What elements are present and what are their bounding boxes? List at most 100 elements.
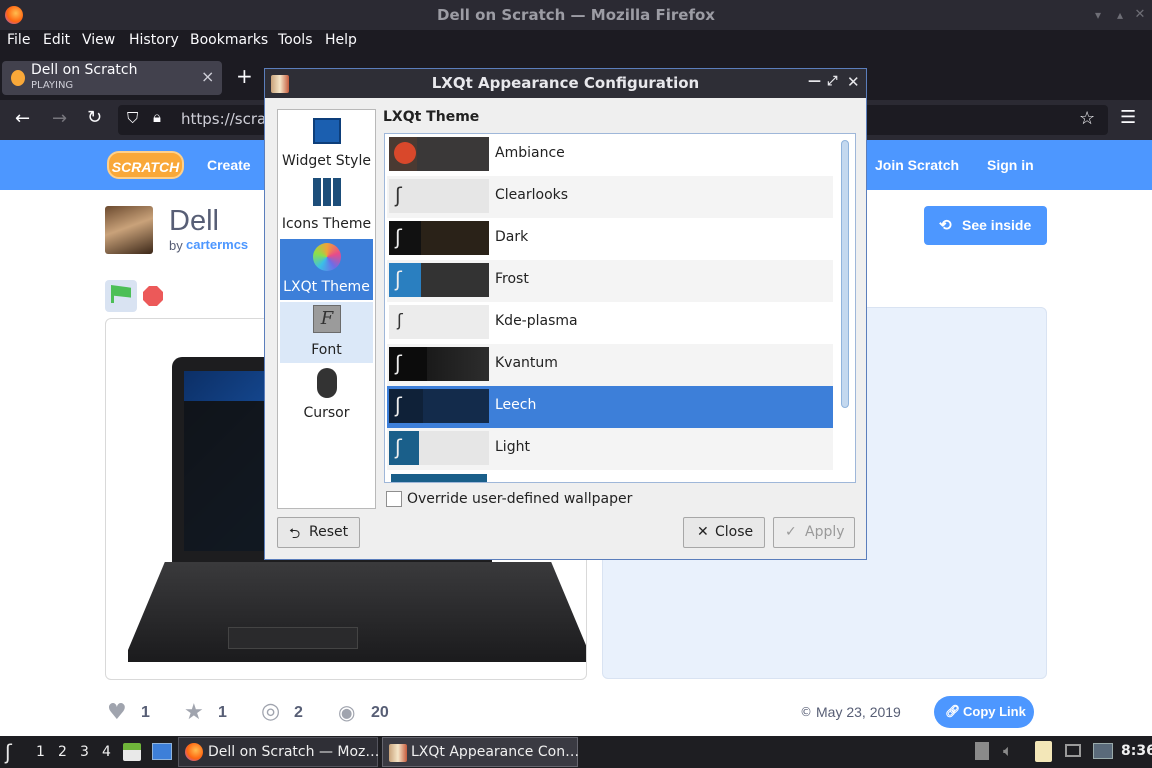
lock-icon[interactable]: 🔒︎ bbox=[153, 108, 161, 126]
theme-list-scrollbar[interactable] bbox=[837, 136, 853, 480]
sidebar-item-cursor[interactable]: Cursor bbox=[280, 365, 373, 426]
sidebar-label: LXQt Theme bbox=[283, 279, 370, 295]
nav-join-scratch[interactable]: Join Scratch bbox=[875, 157, 959, 173]
window-title: Dell on Scratch — Mozilla Firefox bbox=[437, 6, 715, 24]
start-menu-icon[interactable]: ʃ bbox=[5, 740, 12, 764]
reload-icon[interactable]: ↻ bbox=[87, 107, 102, 128]
shield-icon[interactable]: ⛉ bbox=[127, 109, 138, 127]
list-item[interactable]: ʃ Frost bbox=[387, 260, 833, 302]
theme-name: Kde-plasma bbox=[495, 313, 578, 329]
override-wallpaper-checkbox[interactable] bbox=[386, 491, 402, 507]
theme-name: Frost bbox=[495, 271, 529, 287]
theme-thumbnail: ʃ bbox=[389, 347, 489, 381]
sidebar-item-lxqt-theme[interactable]: LXQt Theme bbox=[280, 239, 373, 300]
views-count: 20 bbox=[371, 704, 389, 721]
theme-logo-icon: ʃ bbox=[395, 435, 402, 459]
display-icon[interactable] bbox=[1065, 744, 1081, 757]
menu-bookmarks[interactable]: Bookmarks bbox=[190, 32, 268, 48]
icons-theme-icon bbox=[313, 178, 341, 206]
menu-history[interactable]: History bbox=[129, 32, 179, 48]
volume-icon[interactable]: 🔈︎ bbox=[1003, 741, 1013, 761]
tab-dell-on-scratch[interactable]: Dell on Scratch PLAYING × bbox=[2, 61, 222, 95]
dialog-close-icon[interactable]: ✕ bbox=[847, 73, 860, 91]
copyright-icon: © bbox=[800, 705, 812, 719]
sidebar-item-font[interactable]: F Font bbox=[280, 302, 373, 363]
task-firefox[interactable]: Dell on Scratch — Moz… bbox=[178, 737, 379, 767]
checkmark-icon: ✓ bbox=[785, 524, 797, 540]
sidebar-item-widget-style[interactable]: Widget Style bbox=[280, 113, 373, 174]
menu-file[interactable]: File bbox=[7, 32, 30, 48]
list-item[interactable]: ʃ Light bbox=[387, 428, 833, 470]
list-item[interactable]: Ambiance bbox=[387, 134, 833, 176]
nav-create[interactable]: Create bbox=[207, 157, 251, 173]
appearance-dialog: LXQt Appearance Configuration — ⤢ ✕ Widg… bbox=[264, 68, 867, 560]
theme-thumbnail: ʃ bbox=[389, 179, 489, 213]
section-title: LXQt Theme bbox=[383, 109, 480, 125]
stop-icon[interactable] bbox=[143, 286, 163, 306]
theme-thumbnail: ʃ bbox=[389, 305, 489, 339]
list-item[interactable]: ʃ Leech bbox=[387, 386, 833, 428]
back-icon[interactable]: ← bbox=[15, 108, 30, 129]
close-window-icon[interactable]: ✕ bbox=[1132, 0, 1148, 30]
list-item[interactable]: ʃ Kvantum bbox=[387, 344, 833, 386]
theme-list[interactable]: Ambiance ʃ Clearlooks ʃ Dark ʃ Frost ʃ K… bbox=[384, 133, 856, 483]
author-link[interactable]: cartermcs bbox=[186, 237, 248, 252]
scrollbar-thumb[interactable] bbox=[841, 140, 849, 408]
sidebar-label: Cursor bbox=[303, 405, 350, 421]
menu-edit[interactable]: Edit bbox=[43, 32, 70, 48]
menu-tools[interactable]: Tools bbox=[278, 32, 313, 48]
sidebar-label: Font bbox=[311, 342, 342, 358]
file-manager-icon[interactable] bbox=[123, 743, 141, 761]
dialog-titlebar[interactable]: LXQt Appearance Configuration — ⤢ ✕ bbox=[265, 69, 866, 98]
sidebar-label: Icons Theme bbox=[281, 216, 372, 232]
dialog-maximize-icon[interactable]: ⤢ bbox=[827, 74, 837, 89]
clipboard-icon[interactable] bbox=[1035, 741, 1052, 762]
desktop-2[interactable]: 2 bbox=[58, 744, 67, 760]
theme-logo-icon: ʃ bbox=[395, 393, 402, 417]
theme-logo-icon: ʃ bbox=[395, 225, 402, 249]
new-tab-button[interactable]: + bbox=[236, 64, 253, 88]
hamburger-menu-icon[interactable]: ☰ bbox=[1120, 107, 1136, 128]
show-desktop-icon[interactable] bbox=[152, 743, 172, 760]
avatar[interactable] bbox=[105, 206, 153, 254]
theme-logo-icon: ʃ bbox=[395, 183, 402, 207]
url-text[interactable]: https://scrat bbox=[181, 110, 272, 128]
menu-view[interactable]: View bbox=[82, 32, 115, 48]
star-icon[interactable]: ★ bbox=[184, 700, 204, 725]
nav-sign-in[interactable]: Sign in bbox=[987, 157, 1034, 173]
desktop-4[interactable]: 4 bbox=[102, 744, 111, 760]
window-titlebar: Dell on Scratch — Mozilla Firefox ▾ ▴ ✕ bbox=[0, 0, 1152, 30]
taskbar: ʃ 1 2 3 4 Dell on Scratch — Moz… LXQt Ap… bbox=[0, 736, 1152, 768]
maximize-icon[interactable]: ▴ bbox=[1112, 0, 1128, 30]
menu-help[interactable]: Help bbox=[325, 32, 357, 48]
minimize-icon[interactable]: ▾ bbox=[1090, 0, 1106, 30]
see-inside-label: See inside bbox=[962, 217, 1032, 233]
network-icon[interactable] bbox=[1093, 743, 1113, 759]
list-item[interactable]: ʃ Dark bbox=[387, 218, 833, 260]
copy-link-button[interactable]: 🔗︎ Copy Link bbox=[934, 696, 1034, 728]
dialog-minimize-icon[interactable]: — bbox=[808, 74, 821, 89]
forward-icon[interactable]: → bbox=[52, 108, 67, 129]
task-label: LXQt Appearance Con… bbox=[411, 744, 580, 760]
list-item[interactable]: ʃ Kde-plasma bbox=[387, 302, 833, 344]
task-lxqt-appearance[interactable]: LXQt Appearance Con… bbox=[382, 737, 580, 767]
apply-button[interactable]: ✓ Apply bbox=[773, 517, 855, 548]
desktop-1[interactable]: 1 bbox=[36, 744, 45, 760]
close-button[interactable]: ✕ Close bbox=[683, 517, 765, 548]
sidebar-item-icons-theme[interactable]: Icons Theme bbox=[280, 176, 373, 237]
override-wallpaper-label[interactable]: Override user-defined wallpaper bbox=[407, 491, 632, 507]
bookmark-star-icon[interactable]: ☆ bbox=[1079, 108, 1095, 129]
list-item-partial[interactable] bbox=[387, 470, 833, 482]
firefox-task-icon bbox=[185, 743, 203, 761]
green-flag-button[interactable] bbox=[105, 280, 137, 312]
scratch-logo[interactable]: SCRATCH bbox=[107, 151, 184, 179]
tab-close-icon[interactable]: × bbox=[201, 67, 214, 86]
system-tray-icon[interactable] bbox=[975, 742, 989, 760]
desktop-3[interactable]: 3 bbox=[80, 744, 89, 760]
sidebar-label: Widget Style bbox=[282, 153, 371, 169]
theme-logo-icon bbox=[394, 142, 416, 164]
heart-icon[interactable]: ♥ bbox=[107, 700, 127, 725]
list-item[interactable]: ʃ Clearlooks bbox=[387, 176, 833, 218]
see-inside-button[interactable]: ⟲ See inside bbox=[924, 206, 1047, 245]
reset-button[interactable]: ⮌ Reset bbox=[277, 517, 360, 548]
